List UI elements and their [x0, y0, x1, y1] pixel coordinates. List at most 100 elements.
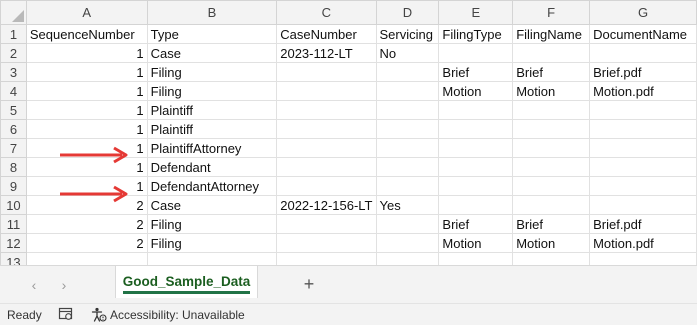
cell-e6[interactable] — [438, 119, 514, 139]
cell-f8[interactable] — [512, 157, 591, 177]
accessibility-icon[interactable] — [91, 307, 107, 323]
cell-e2[interactable] — [438, 43, 514, 63]
cell-a11[interactable]: 2 — [25, 214, 148, 234]
cell-a5[interactable]: 1 — [25, 100, 148, 120]
cell-g11[interactable]: Brief.pdf — [589, 214, 697, 234]
cell-b11[interactable]: Filing — [146, 214, 278, 234]
cell-b7[interactable]: PlaintiffAttorney — [146, 138, 278, 158]
cell-f1[interactable]: FilingName — [512, 24, 591, 44]
cell-c13[interactable] — [276, 252, 377, 265]
cell-a12[interactable]: 2 — [25, 233, 148, 253]
cell-f3[interactable]: Brief — [512, 62, 591, 82]
cell-d10[interactable]: Yes — [375, 195, 440, 215]
cell-b12[interactable]: Filing — [146, 233, 278, 253]
cell-d12[interactable] — [375, 233, 440, 253]
column-header-c[interactable]: C — [276, 0, 377, 25]
column-header-f[interactable]: F — [512, 0, 591, 25]
row-header[interactable]: 9 — [0, 176, 27, 196]
cell-c4[interactable] — [276, 81, 377, 101]
cell-d9[interactable] — [375, 176, 440, 196]
cell-c3[interactable] — [276, 62, 377, 82]
cell-d3[interactable] — [375, 62, 440, 82]
cell-c1[interactable]: CaseNumber — [276, 24, 377, 44]
cell-c10[interactable]: 2022-12-156-LT — [276, 195, 377, 215]
cell-b13[interactable] — [146, 252, 278, 265]
row-header[interactable]: 6 — [0, 119, 27, 139]
cell-d1[interactable]: Servicing — [375, 24, 440, 44]
row-header[interactable]: 1 — [0, 24, 27, 44]
cell-d11[interactable] — [375, 214, 440, 234]
cell-f12[interactable]: Motion — [512, 233, 591, 253]
cell-g3[interactable]: Brief.pdf — [589, 62, 697, 82]
select-all-corner[interactable] — [0, 0, 27, 25]
cell-g6[interactable] — [589, 119, 697, 139]
cell-g1[interactable]: DocumentName — [589, 24, 697, 44]
cell-b4[interactable]: Filing — [146, 81, 278, 101]
row-header[interactable]: 3 — [0, 62, 27, 82]
cell-e5[interactable] — [438, 100, 514, 120]
add-sheet-icon[interactable]: + — [299, 274, 319, 294]
cell-b10[interactable]: Case — [146, 195, 278, 215]
cell-d4[interactable] — [375, 81, 440, 101]
cell-b3[interactable]: Filing — [146, 62, 278, 82]
cell-e10[interactable] — [438, 195, 514, 215]
row-header[interactable]: 4 — [0, 81, 27, 101]
cell-a13[interactable] — [25, 252, 148, 265]
row-header[interactable]: 7 — [0, 138, 27, 158]
cell-g10[interactable] — [589, 195, 697, 215]
cell-f10[interactable] — [512, 195, 591, 215]
row-header[interactable]: 12 — [0, 233, 27, 253]
cell-f2[interactable] — [512, 43, 591, 63]
cell-b2[interactable]: Case — [146, 43, 278, 63]
column-header-a[interactable]: A — [25, 0, 148, 25]
cell-c7[interactable] — [276, 138, 377, 158]
cell-c11[interactable] — [276, 214, 377, 234]
row-header[interactable]: 11 — [0, 214, 27, 234]
cell-e8[interactable] — [438, 157, 514, 177]
cell-c5[interactable] — [276, 100, 377, 120]
macro-icon[interactable] — [58, 307, 74, 321]
cell-f5[interactable] — [512, 100, 591, 120]
cell-e3[interactable]: Brief — [438, 62, 514, 82]
cell-e4[interactable]: Motion — [438, 81, 514, 101]
cell-c2[interactable]: 2023-112-LT — [276, 43, 377, 63]
cell-g2[interactable] — [589, 43, 697, 63]
cell-g8[interactable] — [589, 157, 697, 177]
cell-d6[interactable] — [375, 119, 440, 139]
cell-a6[interactable]: 1 — [25, 119, 148, 139]
cell-f7[interactable] — [512, 138, 591, 158]
next-sheet-icon[interactable]: › — [55, 276, 73, 294]
cell-b9[interactable]: DefendantAttorney — [146, 176, 278, 196]
cell-f4[interactable]: Motion — [512, 81, 591, 101]
cell-b6[interactable]: Plaintiff — [146, 119, 278, 139]
sheet-tab-good-sample-data[interactable]: Good_Sample_Data — [115, 266, 258, 298]
cell-e12[interactable]: Motion — [438, 233, 514, 253]
cell-g5[interactable] — [589, 100, 697, 120]
cell-d5[interactable] — [375, 100, 440, 120]
column-header-b[interactable]: B — [146, 0, 278, 25]
cell-d8[interactable] — [375, 157, 440, 177]
row-header[interactable]: 10 — [0, 195, 27, 215]
cell-e1[interactable]: FilingType — [438, 24, 514, 44]
cell-c12[interactable] — [276, 233, 377, 253]
spreadsheet-grid[interactable]: A B C D E F G 1 SequenceNumber Type CaseNum… — [0, 0, 697, 265]
cell-a2[interactable]: 1 — [25, 43, 148, 63]
cell-g9[interactable] — [589, 176, 697, 196]
cell-g7[interactable] — [589, 138, 697, 158]
cell-f6[interactable] — [512, 119, 591, 139]
prev-sheet-icon[interactable]: ‹ — [25, 276, 43, 294]
cell-b8[interactable]: Defendant — [146, 157, 278, 177]
cell-a1[interactable]: SequenceNumber — [25, 24, 148, 44]
cell-c6[interactable] — [276, 119, 377, 139]
row-header[interactable]: 5 — [0, 100, 27, 120]
cell-e7[interactable] — [438, 138, 514, 158]
cell-d13[interactable] — [375, 252, 440, 265]
cell-f13[interactable] — [512, 252, 591, 265]
cell-b1[interactable]: Type — [146, 24, 278, 44]
cell-e13[interactable] — [438, 252, 514, 265]
cell-g13[interactable] — [589, 252, 697, 265]
cell-c8[interactable] — [276, 157, 377, 177]
cell-f11[interactable]: Brief — [512, 214, 591, 234]
cell-a4[interactable]: 1 — [25, 81, 148, 101]
column-header-d[interactable]: D — [375, 0, 440, 25]
